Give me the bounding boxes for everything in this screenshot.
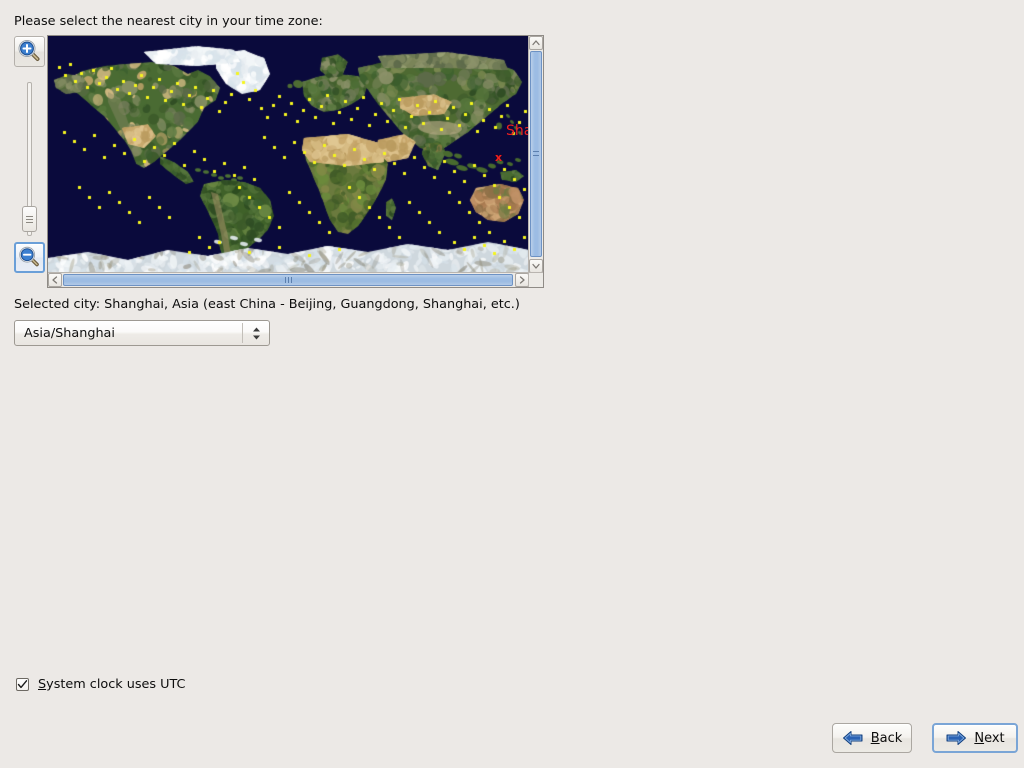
zoom-out-magnifier-icon xyxy=(19,246,39,267)
selected-city-marker: x xyxy=(495,151,503,164)
map-zoom-slider[interactable] xyxy=(14,78,45,240)
vertical-scroll-thumb[interactable] xyxy=(530,51,542,257)
back-label-mnemonic: B xyxy=(870,730,880,746)
chevron-down-icon xyxy=(532,263,540,269)
zoom-in-magnifier-icon xyxy=(18,40,40,61)
next-button[interactable]: Next xyxy=(932,723,1018,753)
timezone-select-value: Asia/Shanghai xyxy=(24,326,115,341)
scroll-left-button[interactable] xyxy=(48,273,62,287)
page-title: Please select the nearest city in your t… xyxy=(14,14,323,29)
system-clock-utc-label: System clock uses UTC xyxy=(38,677,185,692)
scroll-down-button[interactable] xyxy=(529,259,543,273)
map-frame: x Shanghai xyxy=(47,35,544,288)
back-button-label: Back xyxy=(871,731,903,746)
back-label-rest: ack xyxy=(879,730,903,746)
combo-separator xyxy=(242,323,243,343)
chevron-right-icon xyxy=(519,276,525,284)
horizontal-scroll-thumb[interactable] xyxy=(63,274,513,286)
arrow-right-icon xyxy=(946,731,967,745)
next-label-rest: ext xyxy=(984,730,1005,746)
map-zoom-controls xyxy=(14,34,47,289)
scroll-up-button[interactable] xyxy=(529,36,543,50)
system-clock-utc-checkbox[interactable] xyxy=(16,677,29,691)
scrollbar-corner xyxy=(528,272,543,287)
next-button-label: Next xyxy=(974,731,1004,746)
timezone-select[interactable]: Asia/Shanghai xyxy=(14,320,270,346)
system-clock-utc-row[interactable]: System clock uses UTC xyxy=(16,676,185,692)
zoom-slider-handle[interactable] xyxy=(22,206,37,232)
chevron-up-icon xyxy=(532,40,540,46)
utc-label-rest: ystem clock uses UTC xyxy=(46,676,186,692)
scroll-right-button[interactable] xyxy=(515,273,529,287)
map-horizontal-scrollbar[interactable] xyxy=(48,272,529,287)
map-vertical-scrollbar[interactable] xyxy=(528,36,543,273)
zoom-out-button[interactable] xyxy=(14,242,45,273)
world-map-viewport[interactable]: x Shanghai xyxy=(48,36,529,273)
arrow-left-icon xyxy=(842,731,863,745)
next-label-mnemonic: N xyxy=(974,730,985,746)
checkmark-icon xyxy=(17,679,28,688)
chevron-left-icon xyxy=(52,276,58,284)
timezone-map-panel: x Shanghai xyxy=(14,34,544,289)
utc-label-mnemonic: S xyxy=(38,676,47,692)
selected-city-label: Shanghai xyxy=(506,123,529,139)
zoom-in-button[interactable] xyxy=(14,36,45,67)
world-map-image[interactable] xyxy=(48,36,529,273)
selected-city-text: Selected city: Shanghai, Asia (east Chin… xyxy=(14,297,520,312)
updown-chevron-icon xyxy=(251,326,262,341)
back-button[interactable]: Back xyxy=(832,723,912,753)
